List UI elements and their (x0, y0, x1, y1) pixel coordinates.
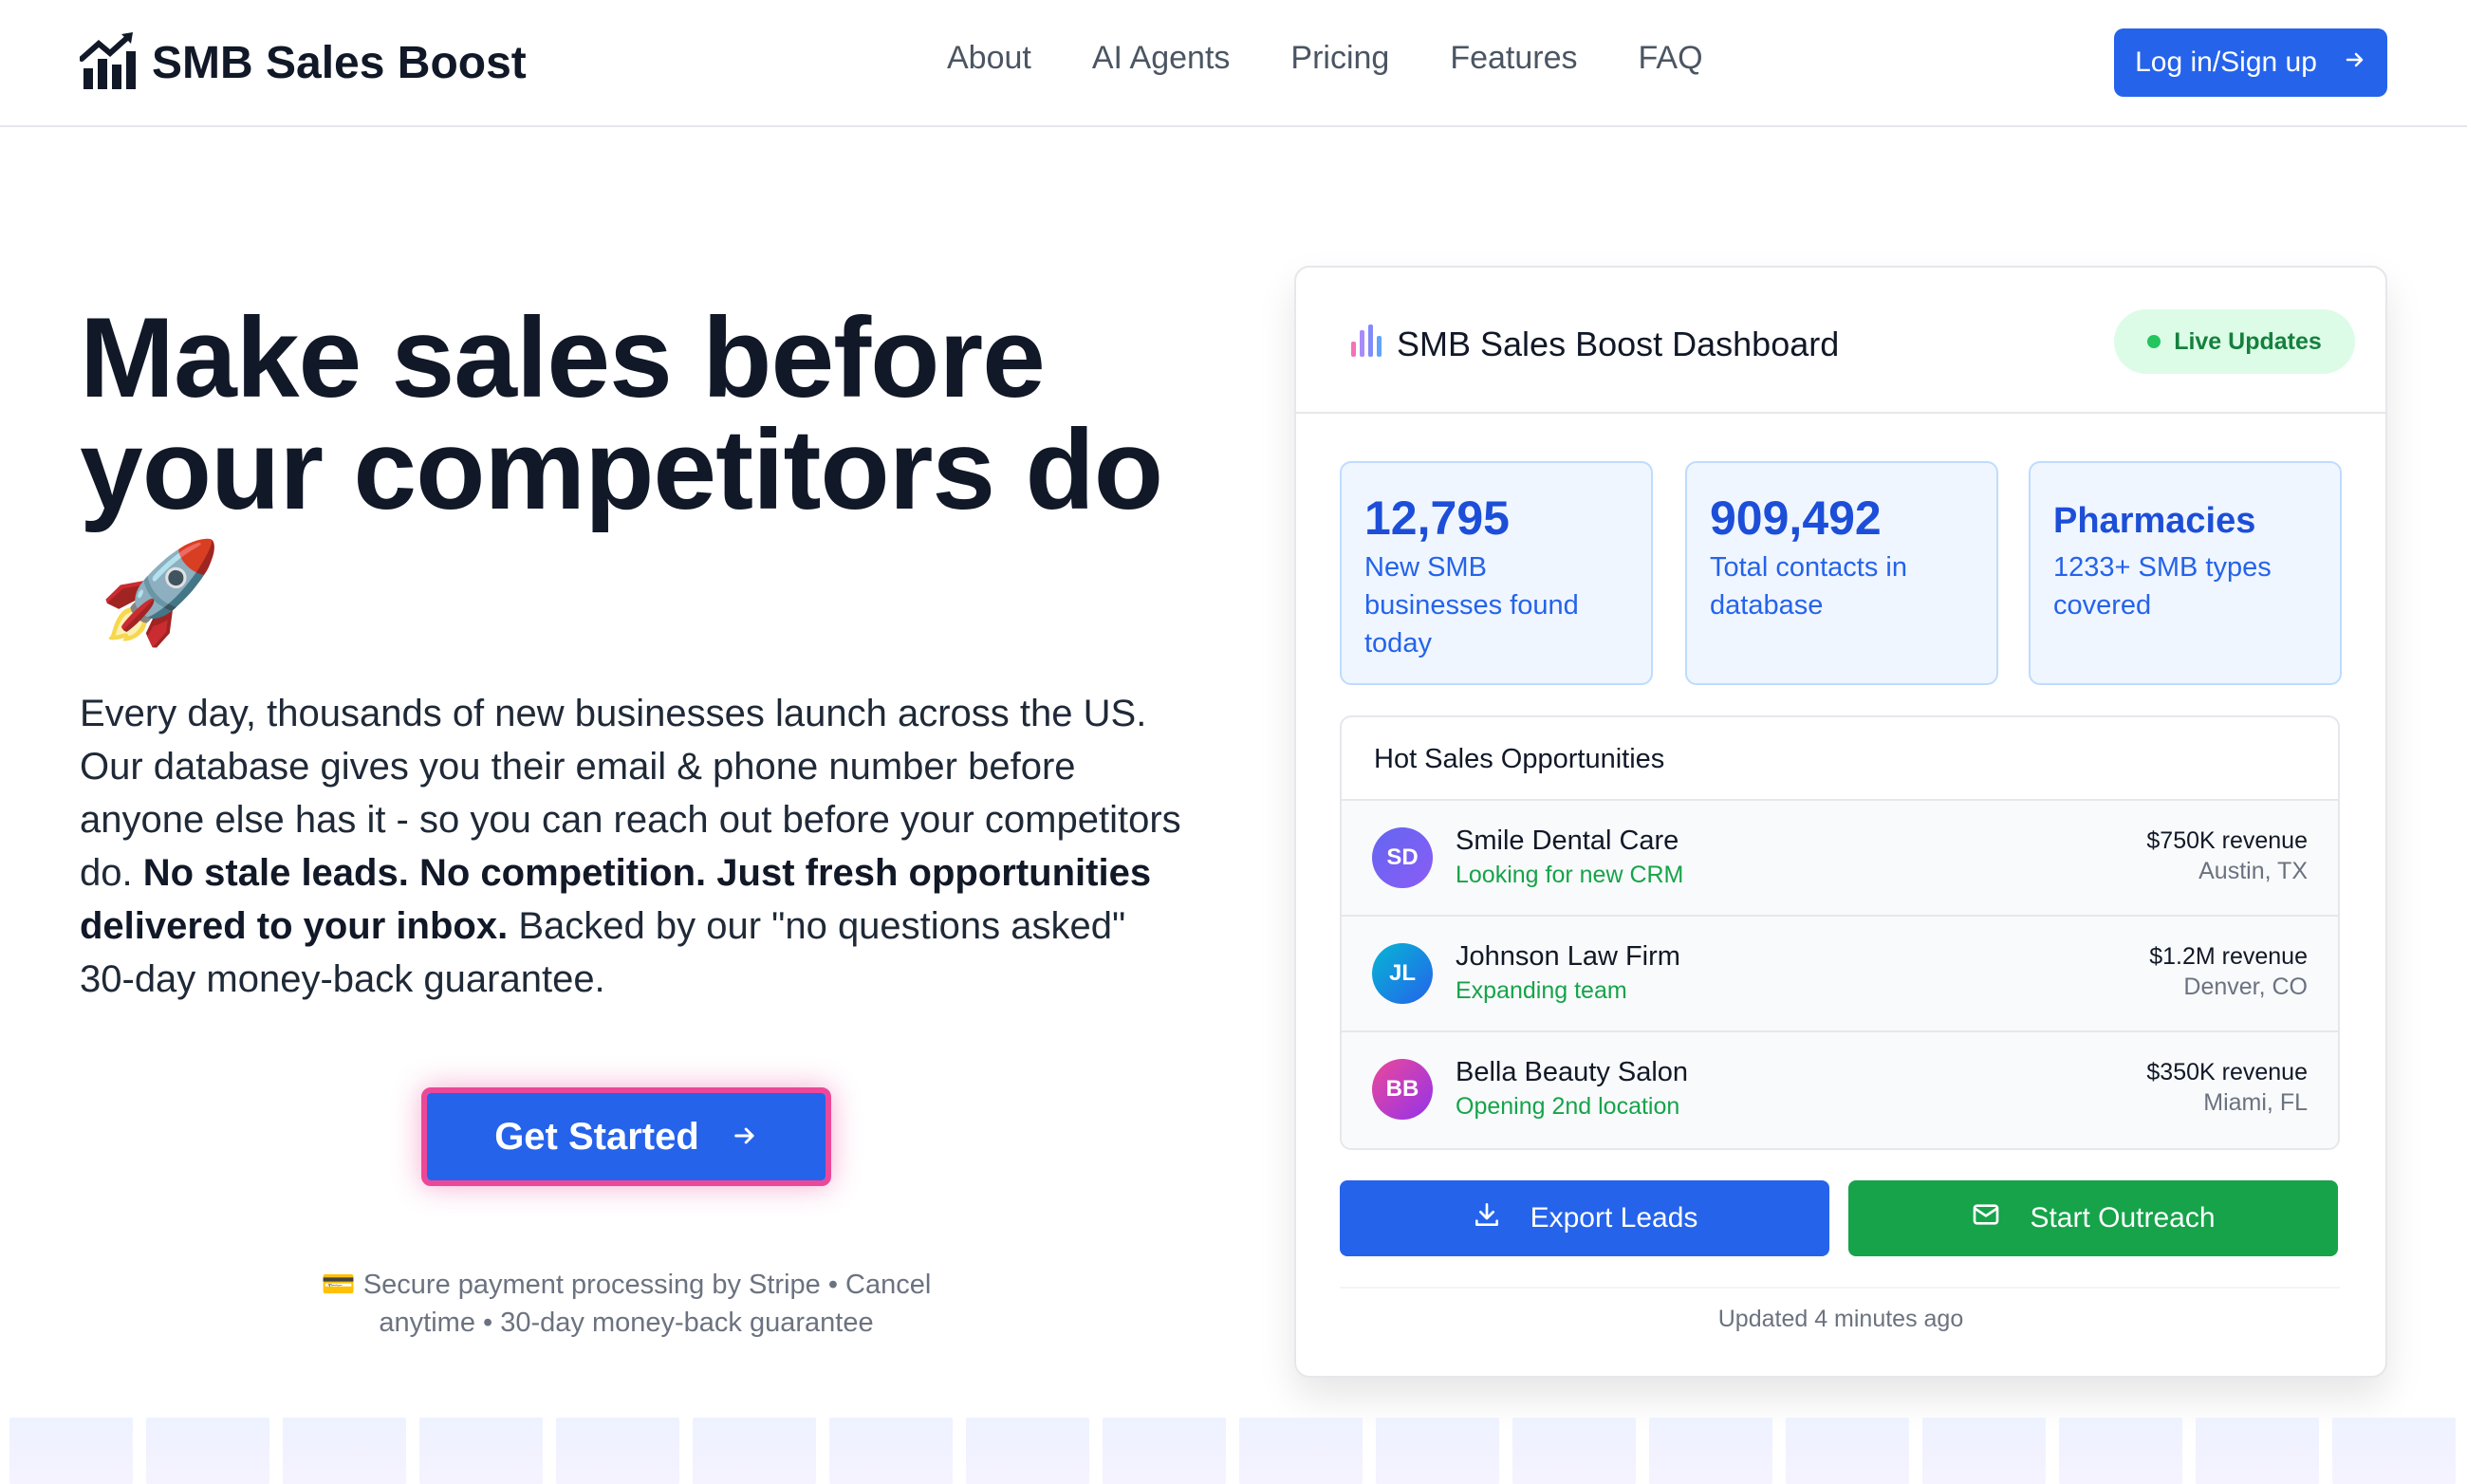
decorative-tile (1512, 1418, 1636, 1484)
opportunity-row[interactable]: JL Johnson Law Firm Expanding team $1.2M… (1342, 917, 2338, 1032)
opportunity-name: Smile Dental Care (1456, 825, 1679, 856)
opportunity-revenue: $350K revenue (2146, 1059, 2308, 1085)
mail-icon (1971, 1199, 2001, 1237)
stat-total-contacts: 909,492 Total contacts in database (1685, 461, 1998, 685)
decorative-tile (1922, 1418, 2046, 1484)
nav-ai-agents[interactable]: AI Agents (1092, 40, 1231, 77)
stat-value: 12,795 (1364, 492, 1510, 545)
stat-smb-types: Pharmacies 1233+ SMB types covered (2029, 461, 2342, 685)
opportunity-row[interactable]: SD Smile Dental Care Looking for new CRM… (1342, 801, 2338, 917)
login-label: Log in/Sign up (2135, 46, 2317, 78)
opportunity-status: Opening 2nd location (1456, 1093, 1680, 1120)
hero-title: Make sales before your competitors do🚀 (80, 301, 1218, 649)
decorative-tile (283, 1418, 406, 1484)
start-outreach-label: Start Outreach (2030, 1202, 2216, 1234)
decorative-tile (966, 1418, 1089, 1484)
decorative-tile (1376, 1418, 1499, 1484)
login-signup-button[interactable]: Log in/Sign up (2114, 28, 2387, 97)
decorative-tile (419, 1418, 543, 1484)
avatar: SD (1372, 827, 1433, 888)
updated-timestamp: Updated 4 minutes ago (1717, 1306, 1964, 1332)
get-started-button[interactable]: Get Started (427, 1093, 825, 1180)
get-started-label: Get Started (494, 1115, 699, 1158)
brand-name: SMB Sales Boost (152, 38, 527, 88)
decorative-tile-strip (9, 1418, 2456, 1484)
stat-label: 1233+ SMB types covered (2053, 552, 2272, 621)
nav-about[interactable]: About (947, 40, 1031, 77)
main-nav: About AI Agents Pricing Features FAQ (947, 40, 1703, 77)
decorative-tile (829, 1418, 953, 1484)
avatar: BB (1372, 1059, 1433, 1120)
decorative-tile (2332, 1418, 2456, 1484)
bar-chart-icon (1349, 321, 1383, 367)
site-header: SMB Sales Boost About AI Agents Pricing … (0, 0, 2467, 127)
decorative-tile (9, 1418, 133, 1484)
hot-sales-opportunities: Hot Sales Opportunities SD Smile Dental … (1340, 715, 2340, 1150)
decorative-tile (693, 1418, 816, 1484)
opportunities-title: Hot Sales Opportunities (1342, 717, 2338, 801)
live-dot-icon (2147, 335, 2161, 348)
decorative-tile (2059, 1418, 2182, 1484)
dashboard-title: SMB Sales Boost Dashboard (1349, 321, 1839, 367)
decorative-tile (1103, 1418, 1226, 1484)
decorative-tile (146, 1418, 269, 1484)
hero-description: Every day, thousands of new businesses l… (80, 687, 1190, 1006)
opportunity-location: Denver, CO (2183, 974, 2308, 1000)
secure-payment-note: 💳 Secure payment processing by Stripe • … (321, 1270, 932, 1338)
live-updates-badge: Live Updates (2114, 309, 2355, 374)
dashboard-title-text: SMB Sales Boost Dashboard (1397, 324, 1840, 363)
live-updates-label: Live Updates (2174, 327, 2322, 355)
opportunity-revenue: $750K revenue (2146, 827, 2308, 854)
export-leads-button[interactable]: Export Leads (1340, 1180, 1829, 1256)
decorative-tile (1649, 1418, 1772, 1484)
nav-faq[interactable]: FAQ (1639, 40, 1703, 77)
stat-value: Pharmacies (2053, 501, 2256, 541)
stat-label: Total contacts in database (1710, 552, 1907, 621)
get-started-wrapper: Get Started (421, 1087, 831, 1186)
opportunity-revenue: $1.2M revenue (2149, 943, 2308, 970)
chart-growth-icon (79, 30, 137, 96)
brand-logo[interactable]: SMB Sales Boost (79, 30, 527, 96)
avatar: JL (1372, 943, 1433, 1004)
opportunity-name: Johnson Law Firm (1456, 941, 1680, 972)
arrow-right-icon (732, 1116, 758, 1159)
opportunity-status: Looking for new CRM (1456, 862, 1684, 888)
nav-pricing[interactable]: Pricing (1290, 40, 1389, 77)
opportunity-row[interactable]: BB Bella Beauty Salon Opening 2nd locati… (1342, 1032, 2338, 1148)
card-divider (1340, 1287, 2340, 1289)
decorative-tile (1239, 1418, 1363, 1484)
stat-new-businesses: 12,795 New SMB businesses found today (1340, 461, 1653, 685)
stat-value: 909,492 (1710, 492, 1882, 545)
opportunity-status: Expanding team (1456, 977, 1627, 1004)
download-icon (1472, 1199, 1502, 1237)
export-leads-label: Export Leads (1530, 1202, 1698, 1234)
hero-title-text: Make sales before your competitors do (80, 294, 1163, 533)
rocket-emoji-icon: 🚀 (99, 538, 221, 648)
arrow-right-icon (2344, 46, 2366, 79)
start-outreach-button[interactable]: Start Outreach (1848, 1180, 2338, 1256)
opportunity-location: Austin, TX (2198, 858, 2308, 884)
nav-features[interactable]: Features (1450, 40, 1577, 77)
opportunity-name: Bella Beauty Salon (1456, 1057, 1689, 1087)
stat-label: New SMB businesses found today (1364, 552, 1579, 659)
opportunity-location: Miami, FL (2203, 1089, 2308, 1116)
decorative-tile (2196, 1418, 2319, 1484)
decorative-tile (556, 1418, 679, 1484)
dashboard-card: SMB Sales Boost Dashboard Live Updates 1… (1294, 266, 2387, 1378)
decorative-tile (1786, 1418, 1909, 1484)
dashboard-header: SMB Sales Boost Dashboard Live Updates (1296, 268, 2385, 414)
